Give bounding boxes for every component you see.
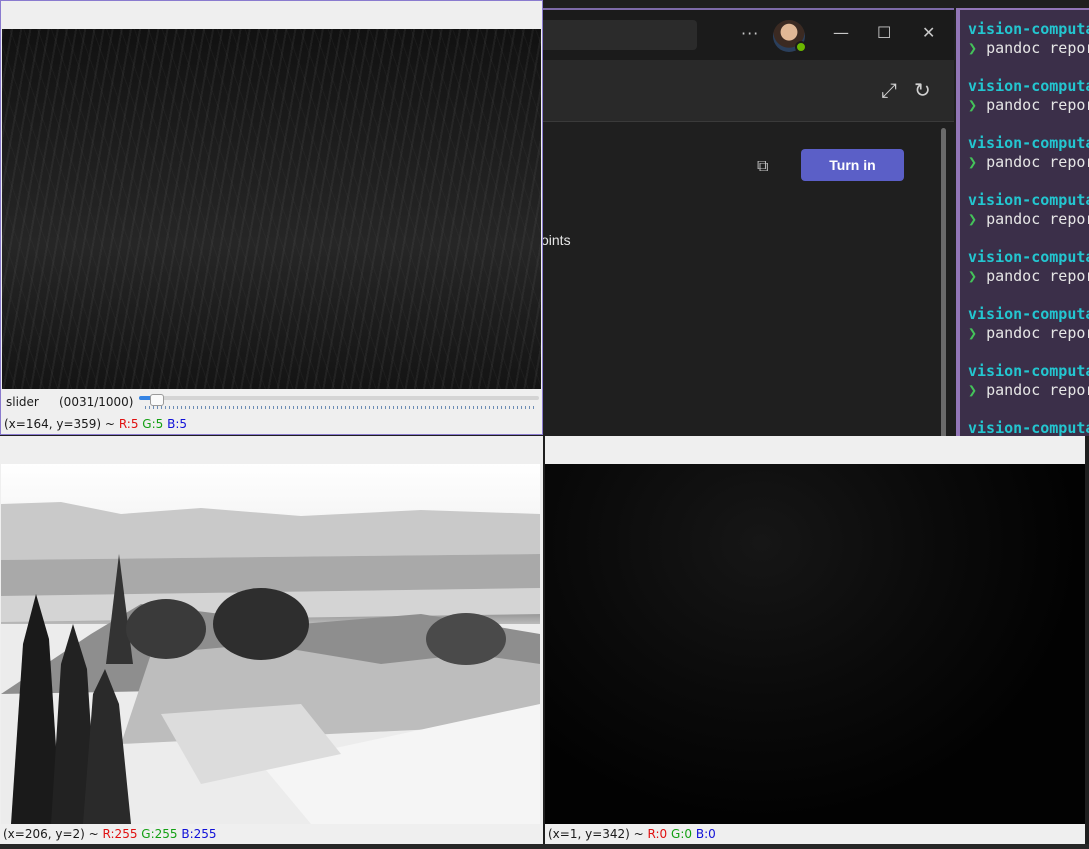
status-red: R:0	[647, 827, 668, 841]
terminal-window: vision-computa ❯ pandoc repor vision-compu…	[956, 8, 1089, 436]
terminal-host-line: vision-computa	[968, 362, 1089, 380]
more-options-icon[interactable]: ···	[741, 24, 759, 43]
slider-count: (0031/1000)	[59, 395, 134, 409]
terminal-command-line: ❯ pandoc repor	[968, 324, 1089, 342]
presence-available-icon	[795, 41, 807, 53]
prompt-icon: ❯	[968, 267, 978, 285]
dark-image	[545, 464, 1085, 824]
terminal-host-line: vision-computa	[968, 20, 1089, 38]
terminal-command-line: ❯ pandoc repor	[968, 96, 1089, 114]
slider-ticks	[145, 406, 535, 409]
slider-track[interactable]	[139, 394, 539, 406]
search-box[interactable]	[541, 20, 697, 50]
city-silhouette	[1, 502, 540, 824]
terminal-command: pandoc repor	[986, 153, 1089, 171]
pixel-status-bar: (x=206, y=2) ~ R:255 G:255 B:255	[3, 827, 217, 841]
avatar[interactable]	[773, 20, 807, 53]
image-window-slider: slider (0031/1000) (x=164, y=359) ~ R:5 …	[0, 0, 543, 435]
terminal-host-line: vision-computa	[968, 134, 1089, 152]
terminal-host-line: vision-computa	[968, 419, 1089, 436]
prompt-icon: ❯	[968, 324, 978, 342]
status-coords: (x=164, y=359) ~	[4, 417, 115, 431]
terminal-command-line: ❯ pandoc repor	[968, 210, 1089, 228]
status-green: G:0	[671, 827, 693, 841]
immersive-reader-icon[interactable]: ⧉	[757, 156, 768, 176]
prompt-icon: ❯	[968, 96, 978, 114]
prompt-icon: ❯	[968, 381, 978, 399]
status-coords: (x=206, y=2) ~	[3, 827, 99, 841]
terminal-command-line: ❯ pandoc repor	[968, 153, 1089, 171]
close-icon[interactable]: ✕	[922, 24, 935, 42]
terminal-command: pandoc repor	[986, 39, 1089, 57]
prompt-icon: ❯	[968, 210, 978, 228]
wheat-field-image	[2, 29, 541, 389]
window-titlebar[interactable]	[1, 1, 542, 29]
slider-row: slider (0031/1000)	[1, 390, 542, 414]
terminal-command-line: ❯ pandoc repor	[968, 267, 1089, 285]
terminal-host-line: vision-computa	[968, 77, 1089, 95]
terminal-command-line: ❯ pandoc repor	[968, 381, 1089, 399]
terminal-command: pandoc repor	[986, 96, 1089, 114]
status-blue: B:255	[181, 827, 217, 841]
image-window-city: (x=206, y=2) ~ R:255 G:255 B:255	[0, 436, 543, 844]
points-label: oints	[541, 232, 571, 248]
turn-in-button[interactable]: Turn in	[801, 149, 904, 181]
city-image	[1, 464, 540, 824]
status-blue: B:5	[167, 417, 188, 431]
status-coords: (x=1, y=342) ~	[548, 827, 644, 841]
minimize-icon[interactable]: —	[833, 24, 849, 42]
assignment-header: ⤢ ↻	[541, 60, 954, 122]
status-green: G:255	[141, 827, 178, 841]
scrollbar[interactable]	[941, 128, 946, 436]
status-red: R:5	[118, 417, 139, 431]
status-red: R:255	[102, 827, 138, 841]
pixel-status-bar: (x=1, y=342) ~ R:0 G:0 B:0	[548, 827, 716, 841]
terminal-host-line: vision-computa	[968, 191, 1089, 209]
terminal-command: pandoc repor	[986, 381, 1089, 399]
maximize-icon[interactable]: ☐	[877, 24, 891, 42]
teams-window: ··· — ☐ ✕ ⤢ ↻ ⧉ Turn in oints	[541, 8, 954, 436]
image-window-dark: (x=1, y=342) ~ R:0 G:0 B:0	[545, 436, 1085, 844]
desktop-background	[0, 844, 1089, 849]
prompt-icon: ❯	[968, 153, 978, 171]
slider-handle[interactable]	[150, 394, 164, 406]
slider-label: slider	[6, 395, 39, 409]
window-titlebar[interactable]	[0, 436, 543, 464]
terminal-command: pandoc repor	[986, 267, 1089, 285]
expand-icon[interactable]: ⤢	[881, 78, 897, 102]
terminal-host-line: vision-computa	[968, 305, 1089, 323]
window-titlebar[interactable]	[545, 436, 1085, 464]
terminal-command: pandoc repor	[986, 324, 1089, 342]
terminal-command: pandoc repor	[986, 210, 1089, 228]
terminal-command-line: ❯ pandoc repor	[968, 39, 1089, 57]
teams-titlebar: ··· — ☐ ✕	[541, 10, 954, 60]
refresh-icon[interactable]: ↻	[914, 78, 931, 102]
status-blue: B:0	[695, 827, 716, 841]
terminal-host-line: vision-computa	[968, 248, 1089, 266]
status-green: G:5	[142, 417, 164, 431]
pixel-status-bar: (x=164, y=359) ~ R:5 G:5 B:5	[4, 417, 187, 431]
prompt-icon: ❯	[968, 39, 978, 57]
